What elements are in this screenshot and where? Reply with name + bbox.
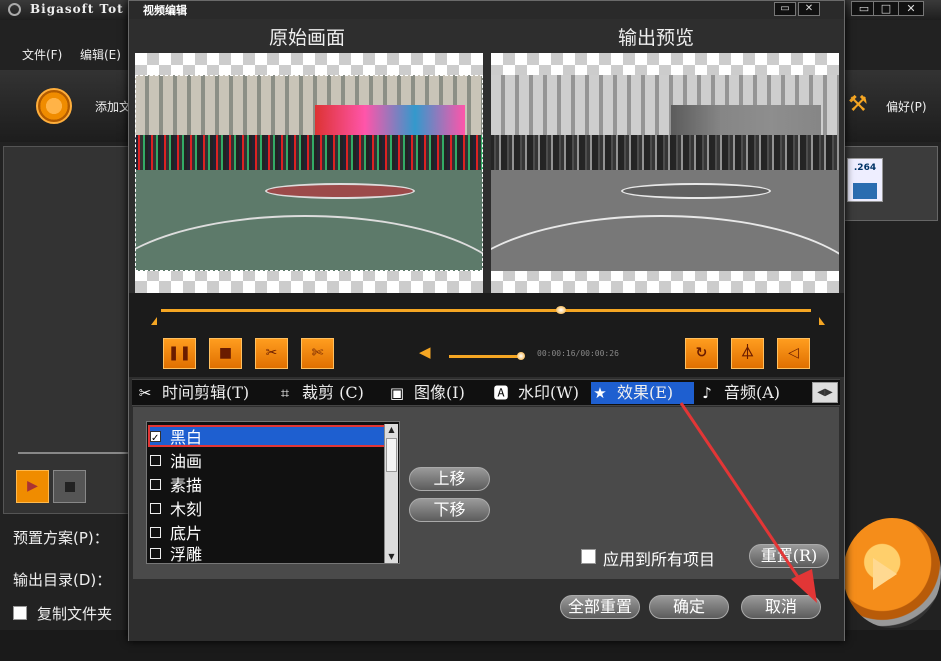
volume-slider[interactable] (449, 355, 521, 358)
add-file-icon[interactable] (36, 88, 72, 124)
dialog-footer (129, 581, 844, 641)
scroll-up-icon[interactable]: ▲ (385, 424, 398, 436)
effect-label: 黑白 (170, 428, 203, 447)
effect-checkbox[interactable] (150, 548, 161, 559)
scissors-icon: ✂ (138, 384, 152, 402)
effect-checkbox[interactable] (150, 527, 161, 538)
effect-label: 浮雕 (170, 545, 203, 564)
flip-horizontal-button[interactable]: ◁ (777, 338, 810, 369)
tab-scroll-arrows[interactable]: ◀▶ (812, 382, 838, 403)
tab-watermark-label: 水印(W) (518, 383, 579, 402)
convert-play-icon (873, 558, 897, 590)
tab-trim[interactable]: ✂ 时间剪辑(T) (136, 382, 249, 404)
effect-checkbox[interactable] (150, 428, 161, 450)
copy-folder-checkbox[interactable] (13, 606, 27, 620)
effect-item-emboss[interactable]: 浮雕 (150, 544, 383, 564)
original-pane-title: 原始画面 (269, 27, 346, 49)
split-button[interactable]: ✄ (301, 338, 334, 369)
effect-item-oil-painting[interactable]: 油画 (150, 451, 383, 473)
music-icon: ♪ (702, 384, 712, 402)
rotate-button[interactable]: ↻ (685, 338, 718, 369)
video-file-icon: .264 (847, 158, 883, 202)
main-maximize-button[interactable]: □ (873, 1, 899, 16)
effect-label: 油画 (170, 452, 203, 471)
tab-image-label: 图像(I) (414, 383, 465, 402)
time-display: 00:00:16/00:00:26 (537, 349, 619, 358)
copy-folder-label: 复制文件夹 (37, 605, 113, 623)
tab-crop-label: 裁剪 (C) (302, 383, 364, 402)
preferences-icon[interactable]: ⚒ (848, 92, 878, 120)
effect-item-sketch[interactable]: 素描 (150, 475, 383, 497)
add-file-label[interactable]: 添加文 (95, 98, 131, 115)
output-dir-label: 输出目录(D)： (13, 571, 112, 589)
preferences-label[interactable]: 偏好(P) (886, 98, 927, 115)
output-pane-title: 输出预览 (618, 27, 695, 49)
cancel-button[interactable]: 取消 (741, 595, 821, 619)
preset-label: 预置方案(P)： (13, 529, 109, 547)
volume-icon[interactable]: ◀ (419, 344, 437, 360)
pause-button[interactable]: ❚❚ (163, 338, 196, 369)
crop-selection-border[interactable] (135, 75, 483, 271)
effect-label: 素描 (170, 476, 203, 495)
tab-trim-label: 时间剪辑(T) (162, 383, 250, 402)
effect-item-negative[interactable]: 底片 (150, 523, 383, 545)
cut-button[interactable]: ✂ (255, 338, 288, 369)
apply-all-label: 应用到所有项目 (603, 550, 716, 569)
move-down-button[interactable]: 下移 (409, 498, 490, 522)
star-icon: ★ (593, 384, 607, 402)
tab-image[interactable]: ▣ 图像(I) (388, 382, 465, 404)
reset-all-button[interactable]: 全部重置 (560, 595, 640, 619)
timeline-thumb[interactable] (556, 306, 566, 314)
main-preview-panel (3, 146, 131, 514)
flip-vertical-button[interactable]: ⏃ (731, 338, 764, 369)
move-up-button[interactable]: 上移 (409, 467, 490, 491)
output-video-frame (491, 75, 839, 271)
effect-checkbox[interactable] (150, 455, 161, 466)
dialog-close-button[interactable]: ✕ (798, 2, 820, 16)
file-badge: .264 (853, 163, 877, 173)
tab-audio[interactable]: ♪ 音频(A) (698, 382, 780, 404)
ok-button[interactable]: 确定 (649, 595, 729, 619)
watermark-icon: 🅰 (493, 384, 509, 402)
dialog-minimize-button[interactable]: ▭ (774, 2, 796, 16)
dialog-titlebar[interactable] (129, 1, 844, 19)
reset-button[interactable]: 重置(R) (749, 544, 829, 568)
trim-end-marker[interactable] (819, 317, 825, 325)
main-seek-slider[interactable] (18, 452, 130, 454)
main-close-button[interactable]: ✕ (898, 1, 924, 16)
tab-effect[interactable]: ★ 效果(E) (591, 382, 694, 404)
effect-list-scrollbar[interactable]: ▲ ▼ (384, 424, 398, 563)
image-icon: ▣ (389, 384, 405, 402)
timeline-slider[interactable] (161, 309, 811, 312)
scroll-down-icon[interactable]: ▼ (385, 551, 398, 563)
volume-thumb[interactable] (517, 352, 525, 360)
tab-crop[interactable]: ⌗ 裁剪 (C) (276, 382, 364, 404)
apply-all-checkbox[interactable] (581, 549, 596, 564)
effect-checkbox[interactable] (150, 479, 161, 490)
video-edit-dialog: 视频编辑 ▭ ✕ 原始画面 输出预览 ❚❚ ■ ✂ ✄ ◀ 00:00:16/0… (128, 0, 845, 641)
effect-list[interactable]: 黑白 油画 素描 木刻 底片 浮雕 (146, 421, 400, 564)
output-preview (491, 53, 839, 293)
effect-item-black-white[interactable]: 黑白 (148, 425, 387, 450)
effect-checkbox[interactable] (150, 503, 161, 514)
tab-audio-label: 音频(A) (724, 383, 781, 402)
crop-icon: ⌗ (280, 384, 290, 402)
original-preview[interactable] (135, 53, 483, 293)
menu-file[interactable]: 文件(F) (22, 46, 62, 63)
main-app-title: Bigasoft Tot (30, 2, 124, 16)
effect-label: 木刻 (170, 500, 203, 519)
menu-edit[interactable]: 编辑(E) (80, 46, 121, 63)
effect-item-woodcut[interactable]: 木刻 (150, 499, 383, 521)
scroll-thumb[interactable] (386, 438, 397, 472)
stop-button[interactable]: ■ (209, 338, 242, 369)
tab-effect-label: 效果(E) (617, 383, 674, 402)
tab-watermark[interactable]: 🅰 水印(W) (492, 382, 579, 404)
trim-start-marker[interactable] (151, 317, 157, 325)
dialog-title: 视频编辑 (143, 4, 187, 17)
effect-label: 底片 (170, 524, 203, 543)
main-play-button[interactable]: ▶ (16, 470, 49, 503)
main-stop-button[interactable] (53, 470, 86, 503)
app-logo-icon (8, 3, 21, 16)
edit-tabs: ✂ 时间剪辑(T) ⌗ 裁剪 (C) ▣ 图像(I) 🅰 水印(W) ★ 效果(E) ♪ 音… (132, 379, 840, 406)
